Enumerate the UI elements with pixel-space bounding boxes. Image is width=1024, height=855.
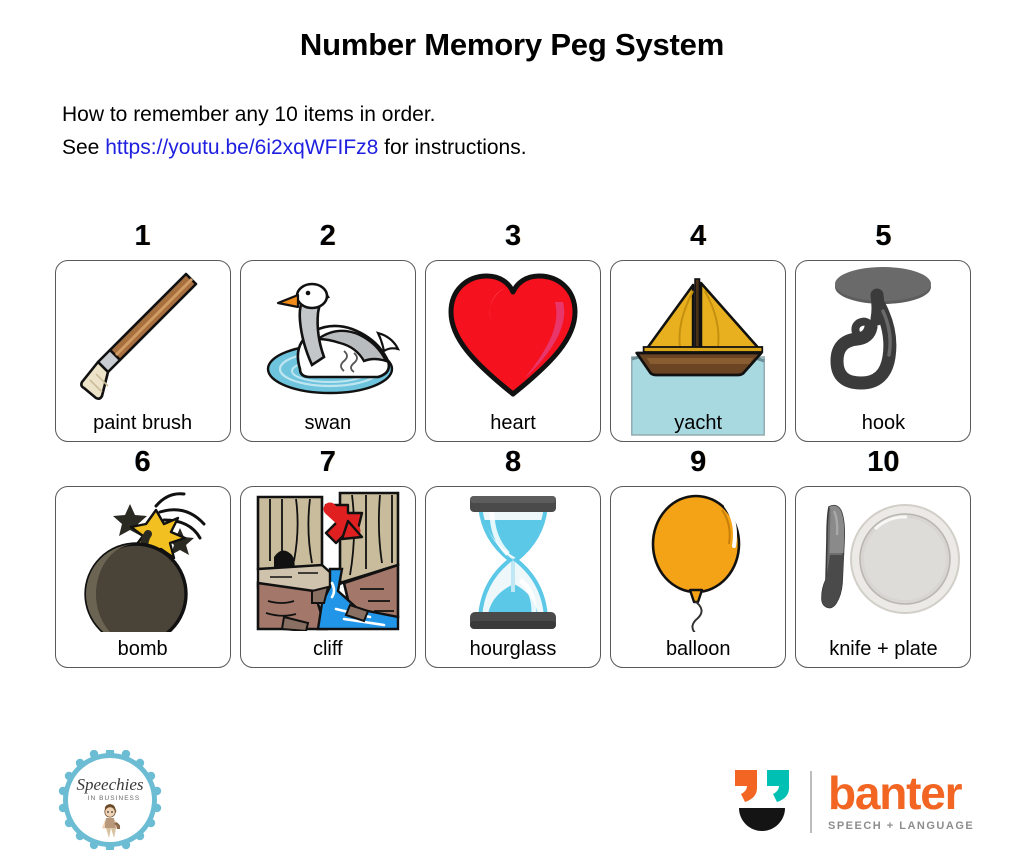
intro-prefix: See	[62, 135, 106, 159]
youtube-link[interactable]: https://youtu.be/6i2xqWFIFz8	[105, 136, 378, 159]
banter-tagline: SPEECH + LANGUAGE	[828, 820, 975, 833]
peg-cell-7: 7 cliff	[239, 448, 416, 668]
peg-number-2: 2	[319, 220, 336, 252]
intro-text: How to remember any 10 items in order. S…	[62, 99, 1024, 164]
peg-label-4: yacht	[674, 412, 723, 434]
peg-number-9: 9	[690, 446, 707, 478]
peg-label-9: balloon	[665, 638, 731, 660]
peg-label-10: knife + plate	[829, 638, 938, 660]
speechies-tagline: IN BUSINESS	[88, 795, 141, 802]
speechies-name: Speechies	[76, 775, 143, 794]
speechies-logo: Speechies IN BUSINESS	[58, 747, 162, 855]
peg-card-2[interactable]: swan	[239, 260, 416, 442]
peg-label-2: swan	[304, 412, 352, 434]
peg-cell-9: 9 balloon	[610, 448, 787, 668]
card-row-2: 6 bomb 7 cliff 8 hourglass 9 balloon 10 …	[54, 448, 972, 668]
peg-label-1: paint brush	[93, 412, 193, 434]
peg-cell-8: 8 hourglass	[424, 448, 601, 668]
peg-card-6[interactable]: bomb	[54, 486, 231, 668]
peg-number-8: 8	[504, 446, 522, 478]
intro-line-1: How to remember any 10 items in order.	[62, 103, 436, 127]
page-title: Number Memory Peg System	[299, 27, 725, 62]
peg-number-10: 10	[867, 446, 900, 478]
peg-card-grid: 1 paint brush 2 swan 3 heart 4 yacht 5 h…	[54, 222, 972, 674]
peg-cell-3: 3 heart	[424, 222, 601, 442]
peg-number-7: 7	[319, 446, 336, 478]
peg-card-1[interactable]: paint brush	[54, 260, 231, 442]
banter-name: banter	[828, 766, 963, 819]
footer: Speechies IN BUSINESS banter SPEECH + LA…	[0, 744, 1024, 855]
peg-number-1: 1	[134, 220, 151, 252]
peg-label-5: hook	[861, 412, 906, 434]
peg-label-8: hourglass	[469, 638, 557, 660]
banter-wordmark: banter SPEECH + LANGUAGE	[828, 766, 975, 833]
peg-cell-4: 4 yacht	[610, 222, 787, 442]
peg-cell-5: 5 hook	[795, 222, 972, 442]
hourglass-icon	[426, 487, 600, 635]
peg-cell-1: 1 paint brush	[54, 222, 231, 442]
peg-card-5[interactable]: hook	[795, 260, 972, 442]
peg-card-3[interactable]: heart	[425, 260, 601, 442]
swan-icon	[241, 261, 415, 409]
banter-logo: banter SPEECH + LANGUAGE	[731, 766, 974, 837]
peg-card-4[interactable]: yacht	[610, 260, 787, 442]
peg-number-6: 6	[134, 446, 151, 478]
balloon-icon	[611, 487, 785, 635]
intro-suffix: for instructions.	[378, 135, 527, 159]
banter-mark-icon	[731, 766, 795, 837]
peg-label-7: cliff	[312, 638, 343, 660]
intro-line-2: See https://youtu.be/6i2xqWFIFz8 for ins…	[62, 132, 1024, 165]
peg-number-4: 4	[690, 220, 707, 252]
hook-icon	[796, 261, 970, 409]
peg-cell-2: 2 swan	[239, 222, 416, 442]
peg-label-6: bomb	[117, 638, 168, 660]
peg-card-10[interactable]: knife + plate	[795, 486, 972, 668]
peg-card-8[interactable]: hourglass	[425, 486, 601, 668]
heart-icon	[426, 261, 600, 409]
bomb-icon	[56, 487, 230, 635]
peg-cell-6: 6 bomb	[54, 448, 231, 668]
peg-card-7[interactable]: cliff	[239, 486, 416, 668]
peg-number-3: 3	[504, 220, 522, 252]
knife-plate-icon	[796, 487, 970, 635]
paint-brush-icon	[56, 261, 230, 409]
card-row-1: 1 paint brush 2 swan 3 heart 4 yacht 5 h…	[54, 222, 972, 442]
peg-cell-10: 10 knife + plate	[795, 448, 972, 668]
cliff-icon	[241, 487, 415, 635]
peg-number-5: 5	[875, 220, 892, 252]
peg-label-3: heart	[490, 412, 536, 434]
peg-card-9[interactable]: balloon	[610, 486, 787, 668]
banter-divider	[810, 770, 812, 833]
